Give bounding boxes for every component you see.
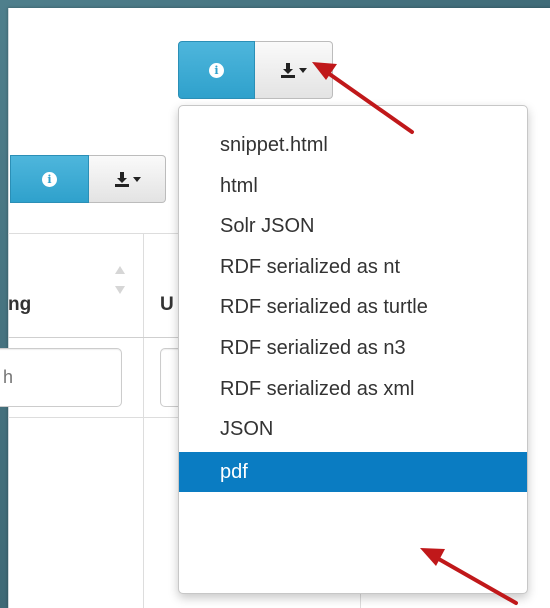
- menu-item-rdf-n3[interactable]: RDF serialized as n3: [179, 328, 527, 369]
- menu-item-html[interactable]: html: [179, 166, 527, 207]
- chevron-down-icon: [132, 176, 141, 182]
- export-button-group-top: i: [178, 41, 333, 99]
- info-icon: i: [42, 171, 57, 187]
- menu-item-snippet-html[interactable]: snippet.html: [179, 125, 527, 166]
- menu-item-rdf-turtle[interactable]: RDF serialized as turtle: [179, 287, 527, 328]
- export-format-menu: snippet.html html Solr JSON RDF serializ…: [178, 105, 528, 594]
- download-dropdown-button[interactable]: [255, 41, 333, 99]
- menu-item-solr-json[interactable]: Solr JSON: [179, 206, 527, 247]
- download-icon: [114, 172, 129, 187]
- info-button[interactable]: i: [178, 41, 255, 99]
- chevron-down-icon: [299, 67, 307, 73]
- sort-icon[interactable]: [114, 264, 126, 296]
- download-icon: [281, 63, 295, 78]
- column-header[interactable]: U: [160, 294, 174, 316]
- menu-item-rdf-xml[interactable]: RDF serialized as xml: [179, 369, 527, 410]
- menu-item-rdf-nt[interactable]: RDF serialized as nt: [179, 247, 527, 288]
- menu-item-pdf[interactable]: pdf: [179, 451, 527, 493]
- column-filter-input[interactable]: [0, 348, 122, 407]
- info-icon: i: [209, 62, 224, 78]
- export-button-group-secondary: i: [10, 155, 166, 203]
- info-button-secondary[interactable]: i: [10, 155, 89, 203]
- column-header[interactable]: ng: [8, 294, 31, 316]
- download-dropdown-button-secondary[interactable]: [89, 155, 166, 203]
- menu-item-json[interactable]: JSON: [179, 409, 527, 450]
- table-column-divider: [143, 233, 144, 608]
